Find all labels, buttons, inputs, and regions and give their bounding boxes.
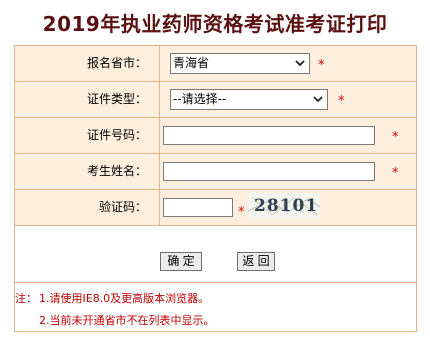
required-mark: * — [338, 94, 345, 109]
chevron-down-icon — [313, 96, 323, 103]
notes: 注： 1.请使用IE8.0及更高版本浏览器。 2.当前未开通省市不在列表中显示。 — [15, 283, 416, 331]
captcha-label: 验证码： — [15, 190, 160, 225]
captcha-text: 28101 — [254, 196, 319, 216]
required-mark: * — [392, 130, 399, 145]
province-select[interactable]: 青海省 — [170, 53, 310, 74]
cert-number-input[interactable] — [163, 126, 375, 145]
confirm-button[interactable]: 确 定 — [160, 252, 202, 271]
name-label: 考生姓名： — [15, 154, 160, 189]
notes-prefix: 注： — [15, 292, 37, 305]
cert-type-select[interactable]: --请选择-- — [170, 89, 328, 110]
cert-type-select-value: --请选择-- — [173, 92, 227, 106]
captcha-row: 验证码： * 28101 — [15, 190, 416, 226]
button-area: 确 定 返 回 — [15, 226, 416, 283]
cert-type-row: 证件类型： --请选择-- * — [15, 82, 416, 118]
back-button[interactable]: 返 回 — [237, 252, 275, 271]
required-mark: * — [238, 205, 245, 220]
province-label: 报名省市： — [15, 46, 160, 81]
province-row: 报名省市： 青海省 * — [15, 46, 416, 82]
name-row: 考生姓名： * — [15, 154, 416, 190]
cert-type-label: 证件类型： — [15, 82, 160, 117]
note-line-1: 1.请使用IE8.0及更高版本浏览器。 — [39, 292, 210, 305]
province-select-value: 青海省 — [173, 56, 210, 70]
required-mark: * — [392, 166, 399, 181]
note-line-2: 2.当前未开通省市不在列表中显示。 — [39, 314, 215, 327]
cert-number-label: 证件号码： — [15, 118, 160, 153]
admission-form: 报名省市： 青海省 * 证件类型： --请选择-- * 证件号码： * 考生姓名… — [14, 45, 417, 332]
chevron-down-icon — [295, 60, 305, 67]
name-input[interactable] — [163, 162, 375, 181]
required-mark: * — [318, 58, 325, 73]
captcha-input[interactable] — [163, 198, 233, 217]
captcha-image[interactable]: 28101 — [248, 193, 320, 219]
cert-number-row: 证件号码： * — [15, 118, 416, 154]
page-title: 2019年执业药师资格考试准考证打印 — [42, 12, 388, 36]
